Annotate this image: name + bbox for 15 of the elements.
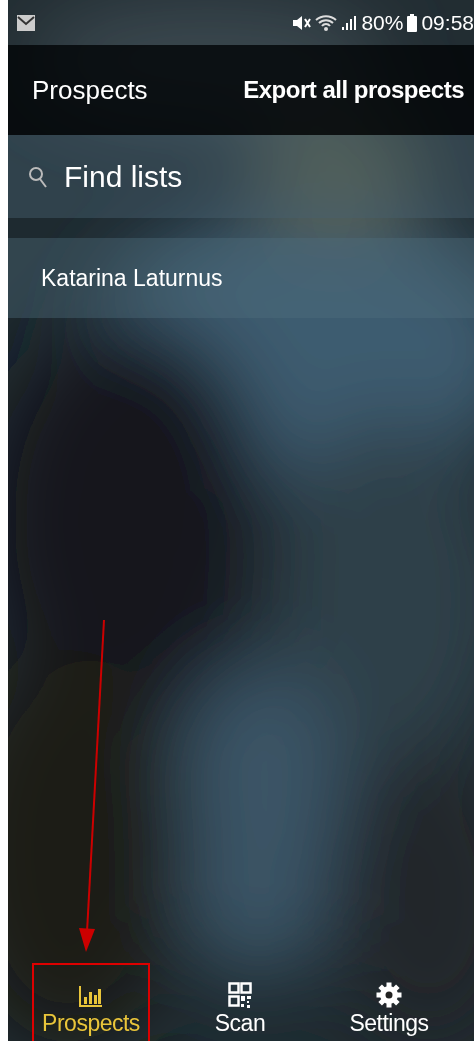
mute-icon xyxy=(291,14,312,31)
qr-code-icon xyxy=(228,982,252,1008)
battery-percentage: 80% xyxy=(361,10,404,35)
nav-tab[interactable]: Scan xyxy=(181,963,299,1041)
search-icon xyxy=(28,166,48,188)
battery-icon xyxy=(407,13,418,32)
signal-icon xyxy=(341,14,358,31)
nav-tab[interactable]: Prospects xyxy=(32,963,150,1041)
list-item[interactable]: Katarina Laturnus xyxy=(8,238,474,318)
export-all-button[interactable]: Export all prospects xyxy=(239,70,468,110)
bar-chart-icon xyxy=(78,984,104,1008)
settings-icon xyxy=(376,982,402,1008)
clock-time: 09:58 xyxy=(421,10,474,35)
screen-title: Prospects xyxy=(32,74,148,106)
wifi-icon xyxy=(315,13,338,32)
